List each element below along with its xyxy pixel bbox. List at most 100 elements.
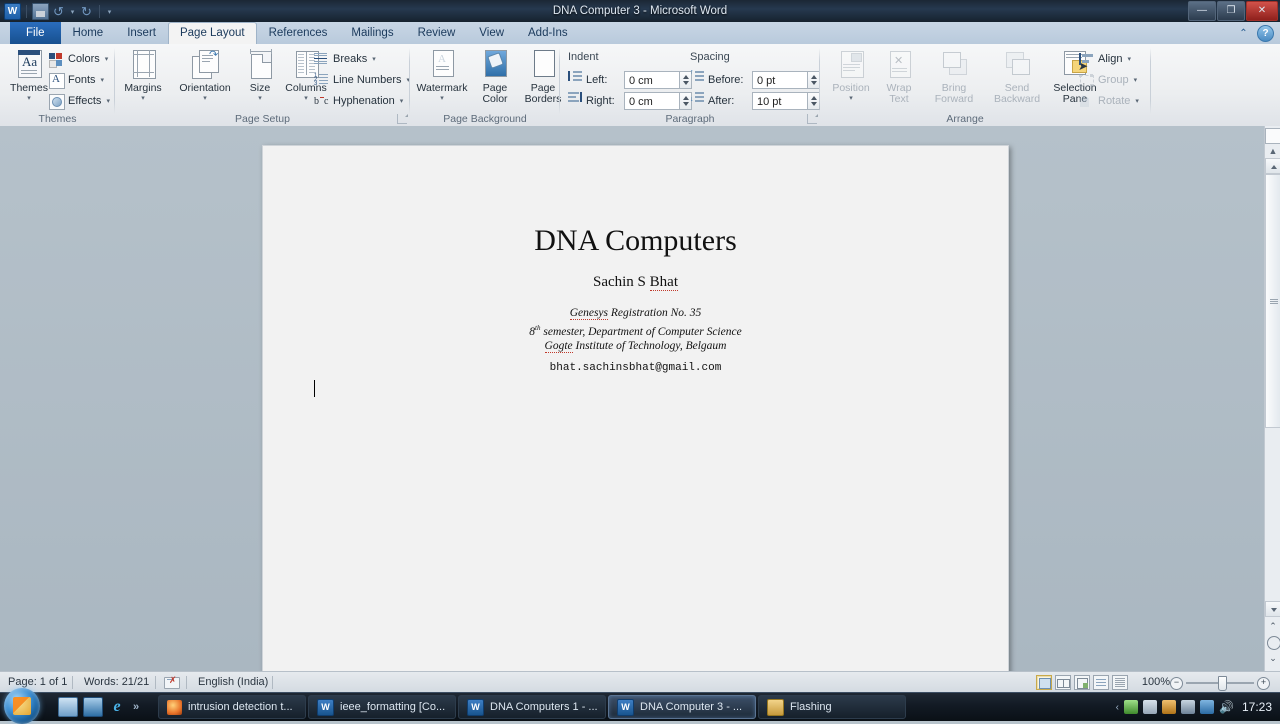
minimize-button[interactable]: — (1188, 1, 1216, 21)
theme-effects-caret-icon[interactable]: ▾ (106, 97, 110, 105)
tab-file[interactable]: File (10, 22, 61, 44)
spacing-after-input[interactable]: 10 pt (752, 91, 808, 110)
margins-button[interactable]: Margins ▾ (117, 49, 169, 102)
taskbar-window-dna-computer-3[interactable]: W DNA Computer 3 - ... (608, 695, 756, 719)
group-button[interactable]: Group ▾ (1076, 70, 1148, 90)
tab-references[interactable]: References (257, 22, 340, 44)
theme-fonts-button[interactable]: A Fonts ▾ (46, 70, 118, 90)
taskbar-window-flashing[interactable]: Flashing (758, 695, 906, 719)
position-dropdown-icon[interactable]: ▾ (825, 95, 877, 102)
usb-tray-icon[interactable] (1181, 700, 1196, 714)
group-caret-icon[interactable]: ▾ (1134, 76, 1138, 84)
theme-effects-button[interactable]: Effects ▾ (46, 91, 118, 111)
network-tray-icon[interactable] (1200, 700, 1215, 714)
spacing-before-input[interactable]: 0 pt (752, 70, 808, 89)
customize-qat-icon[interactable]: ▾ (105, 4, 114, 19)
tray-expand-icon[interactable]: ‹ (1116, 702, 1119, 713)
taskbar-window-dna-computers-1[interactable]: W DNA Computers 1 - ... (458, 695, 606, 719)
volume-tray-icon[interactable]: 🔊 (1219, 700, 1234, 714)
page-setup-dialog-launcher[interactable] (397, 114, 408, 124)
watermark-dropdown-icon[interactable]: ▾ (415, 95, 469, 102)
web-layout-view-button[interactable] (1074, 675, 1090, 690)
size-button[interactable]: Size ▾ (239, 49, 281, 102)
redo-icon[interactable]: ↻ (79, 4, 94, 19)
align-button[interactable]: Align ▾ (1076, 49, 1148, 69)
language-indicator[interactable]: English (India) (190, 672, 276, 693)
help-icon[interactable]: ? (1257, 25, 1274, 42)
full-screen-reading-view-button[interactable] (1055, 675, 1071, 690)
media-player-icon[interactable] (83, 697, 103, 717)
orientation-button[interactable]: ↷ Orientation ▾ (169, 49, 241, 103)
position-button[interactable]: Position ▾ (825, 49, 877, 102)
undo-icon[interactable]: ↺ (51, 4, 66, 19)
windows-taskbar: e » intrusion detection t... W ieee_form… (0, 688, 1280, 724)
line-numbers-button[interactable]: 123 Line Numbers ▾ (311, 70, 419, 90)
send-backward-button[interactable]: Send Backward (984, 49, 1050, 105)
print-layout-view-button[interactable] (1036, 675, 1052, 690)
window-title: DNA Computer 3 - Microsoft Word (552, 5, 728, 17)
size-dropdown-icon[interactable]: ▾ (239, 95, 281, 102)
close-button[interactable]: ✕ (1246, 1, 1278, 21)
taskbar-window-intrusion-detection[interactable]: intrusion detection t... (158, 695, 306, 719)
indent-left-input[interactable]: 0 cm (624, 70, 680, 89)
split-window-icon[interactable] (1265, 128, 1280, 144)
zoom-slider[interactable]: − + (1170, 672, 1270, 693)
restore-button[interactable]: ❐ (1217, 1, 1245, 21)
wrap-text-button[interactable]: ✕ Wrap Text (877, 49, 921, 105)
save-icon[interactable] (32, 2, 49, 20)
zoom-level[interactable]: 100% (1142, 672, 1170, 693)
bring-forward-button[interactable]: Bring Forward (923, 49, 985, 105)
theme-fonts-caret-icon[interactable]: ▾ (101, 76, 105, 84)
indent-right-input[interactable]: 0 cm (624, 91, 680, 110)
outline-view-button[interactable] (1093, 675, 1109, 690)
start-button[interactable] (4, 688, 40, 724)
hyphenation-button[interactable]: b c Hyphenation ▾ (311, 91, 419, 111)
minimize-ribbon-icon[interactable]: ⌃ (1236, 26, 1251, 41)
align-caret-icon[interactable]: ▾ (1127, 55, 1131, 63)
undo-dropdown-icon[interactable]: ▾ (68, 4, 77, 19)
rotate-caret-icon[interactable]: ▾ (1135, 97, 1139, 105)
theme-colors-caret-icon[interactable]: ▾ (105, 55, 109, 63)
tab-mailings[interactable]: Mailings (339, 22, 405, 44)
paragraph-dialog-launcher[interactable] (807, 114, 818, 124)
document-page[interactable]: DNA Computers Sachin S Bhat Genesys Regi… (262, 145, 1009, 671)
next-page-button[interactable]: ⌄ (1267, 653, 1279, 665)
watermark-button[interactable]: A Watermark ▾ (415, 49, 469, 102)
previous-page-button[interactable]: ⌃ (1267, 621, 1279, 633)
zoom-out-button[interactable]: − (1170, 677, 1183, 690)
zoom-slider-handle[interactable] (1218, 676, 1227, 691)
breaks-caret-icon[interactable]: ▾ (372, 55, 376, 63)
tab-home[interactable]: Home (61, 22, 116, 44)
margins-dropdown-icon[interactable]: ▾ (117, 95, 169, 102)
antivirus-tray-icon[interactable] (1124, 700, 1139, 714)
orientation-dropdown-icon[interactable]: ▾ (169, 95, 241, 102)
hyphenation-caret-icon[interactable]: ▾ (400, 97, 404, 105)
taskbar-clock[interactable]: 17:23 (1242, 700, 1272, 714)
proofing-errors-icon[interactable]: ✗ (164, 675, 180, 690)
security-alert-tray-icon[interactable] (1162, 700, 1177, 714)
word-count[interactable]: Words: 21/21 (76, 672, 157, 693)
word-logo-icon[interactable]: W (4, 2, 21, 20)
tab-page-layout[interactable]: Page Layout (167, 22, 257, 45)
tab-insert[interactable]: Insert (115, 22, 168, 44)
internet-explorer-icon[interactable]: e (108, 698, 126, 716)
vertical-scrollbar[interactable]: ▲ ⌃ ⌄ (1264, 126, 1280, 671)
document-canvas[interactable]: DNA Computers Sachin S Bhat Genesys Regi… (0, 126, 1264, 671)
taskbar-window-ieee-formatting[interactable]: W ieee_formatting [Co... (308, 695, 456, 719)
page-color-button[interactable]: Page Color (470, 49, 520, 105)
select-browse-object-button[interactable] (1267, 636, 1280, 650)
quick-launch-overflow-icon[interactable]: » (133, 701, 139, 713)
show-desktop-icon[interactable] (58, 697, 78, 717)
tab-add-ins[interactable]: Add-Ins (516, 22, 580, 44)
scroll-down-button[interactable] (1265, 601, 1280, 617)
tab-view[interactable]: View (467, 22, 516, 44)
scroll-up-button[interactable] (1265, 158, 1280, 174)
draft-view-button[interactable] (1112, 675, 1128, 690)
zoom-in-button[interactable]: + (1257, 677, 1270, 690)
display-tray-icon[interactable] (1143, 700, 1158, 714)
breaks-button[interactable]: Breaks ▾ (311, 49, 409, 69)
tab-review[interactable]: Review (406, 22, 468, 44)
scrollbar-thumb[interactable] (1265, 174, 1280, 428)
rotate-button[interactable]: ↻ Rotate ▾ (1076, 91, 1148, 111)
theme-colors-button[interactable]: Colors ▾ (46, 49, 118, 69)
